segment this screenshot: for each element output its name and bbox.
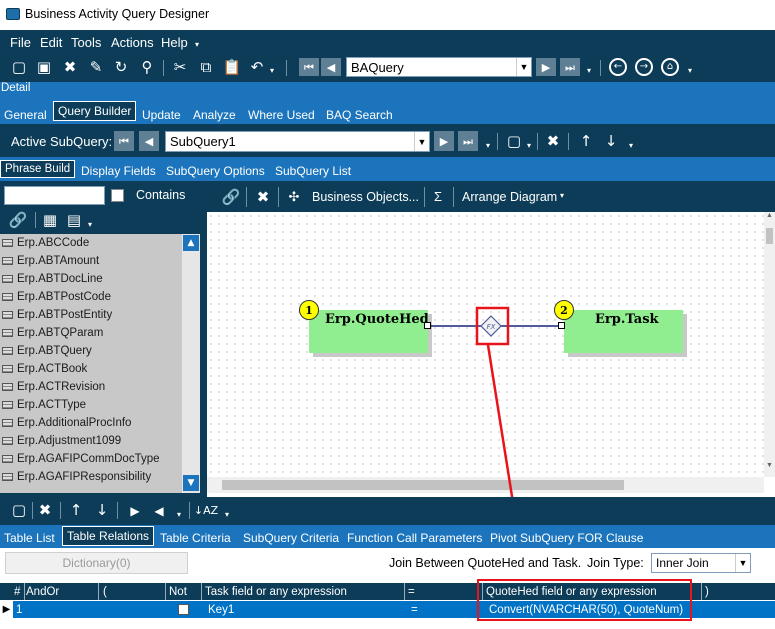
join-expression-label: FX (487, 323, 496, 331)
indent-icon[interactable]: ▶ (127, 502, 143, 519)
toolbar-separator (32, 502, 33, 519)
row-num: 1 (16, 603, 23, 616)
dictionary-button[interactable]: Dictionary(0) (5, 552, 188, 574)
column-highlight-box (477, 579, 692, 621)
tab-table-criteria[interactable]: Table Criteria (160, 531, 231, 545)
move-up-icon[interactable]: ↑ (68, 502, 84, 519)
row-operator[interactable]: = (408, 601, 483, 618)
delete-relation-icon[interactable]: ✖ (37, 502, 53, 519)
row-not-checkbox[interactable] (178, 604, 189, 615)
sort-az-icon[interactable]: ↓AZ (194, 502, 218, 519)
row-andor[interactable] (23, 601, 99, 618)
column-header-close-paren[interactable]: ) (702, 583, 775, 600)
row-selector-icon[interactable]: ▶ (0, 601, 13, 618)
tab-subquery-criteria[interactable]: SubQuery Criteria (243, 531, 339, 545)
tab-function-call-parameters[interactable]: Function Call Parameters (347, 531, 482, 545)
outdent-icon[interactable]: ◀ (151, 502, 167, 519)
row-task-field[interactable]: Key1 (205, 601, 405, 618)
tab-table-relations[interactable]: Table Relations (62, 526, 155, 546)
row-close-paren[interactable] (705, 601, 775, 618)
join-type-value: Inner Join (656, 556, 709, 570)
toolbar-separator (60, 502, 61, 519)
column-header-andor[interactable]: AndOr (23, 583, 99, 600)
move-down-icon[interactable]: ↓ (94, 502, 110, 519)
column-header-not[interactable]: Not (166, 583, 202, 600)
column-header-open-paren[interactable]: ( (100, 583, 166, 600)
outdent-dropdown-icon[interactable]: ▾ (175, 510, 183, 520)
new-relation-icon[interactable]: ▢ (11, 502, 27, 519)
chevron-down-icon[interactable]: ▼ (735, 554, 750, 572)
column-header-task-field[interactable]: Task field or any expression (202, 583, 405, 600)
tab-pivot-subquery[interactable]: Pivot SubQuery FOR Clause (490, 531, 643, 545)
join-type-label: Join Type: (587, 556, 644, 570)
toolbar-separator (189, 502, 190, 519)
join-between-label: Join Between QuoteHed and Task. (389, 556, 582, 570)
join-type-select[interactable]: Inner Join ▼ (651, 553, 751, 573)
row-open-paren[interactable] (100, 601, 166, 618)
tab-table-list[interactable]: Table List (4, 531, 55, 545)
join-expression-icon: FX (480, 315, 502, 337)
column-header-operator[interactable]: = (405, 583, 483, 600)
toolbar-separator (117, 502, 118, 519)
sort-dropdown-icon[interactable]: ▾ (223, 510, 231, 520)
